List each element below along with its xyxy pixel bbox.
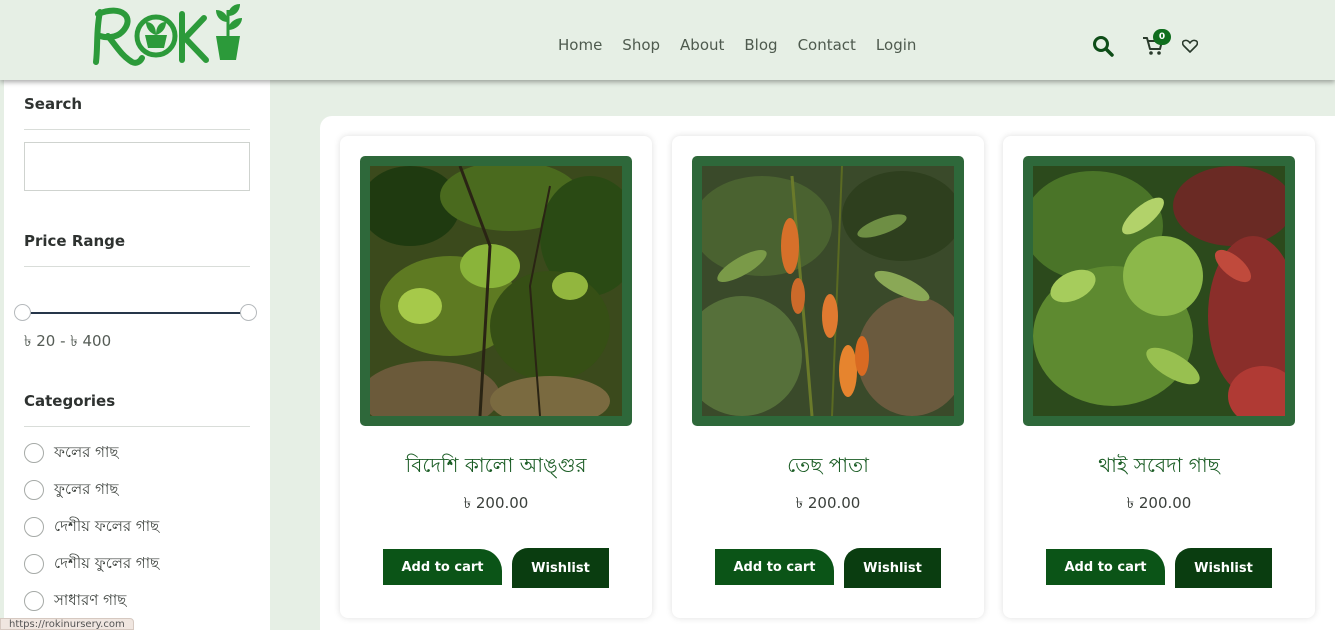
- categories-title: Categories: [24, 392, 116, 410]
- price-range-track[interactable]: [22, 312, 248, 314]
- add-to-cart-button[interactable]: Add to cart: [1046, 549, 1165, 585]
- filter-sidebar: Search Price Range ৳ 20 - ৳ 400 Categori…: [4, 80, 270, 630]
- product-card: তেছ পাতা ৳ 200.00 Add to cart Wishlist: [672, 136, 984, 618]
- product-title[interactable]: থাই সবেদা গাছ: [1003, 451, 1315, 484]
- nav-home[interactable]: Home: [558, 36, 602, 54]
- search-widget-title: Search: [24, 95, 83, 113]
- product-title[interactable]: তেছ পাতা: [672, 451, 984, 484]
- status-bar-url: https://rokinursery.com: [0, 618, 134, 630]
- main-nav: Home Shop About Blog Contact Login: [558, 36, 936, 54]
- category-label: ফুলের গাছ: [54, 479, 119, 498]
- nav-login[interactable]: Login: [876, 36, 916, 54]
- nav-blog[interactable]: Blog: [744, 36, 777, 54]
- divider: [24, 426, 250, 427]
- category-item[interactable]: দেশীয় ফলের গাছ: [24, 516, 159, 538]
- category-label: সাধারণ গাছ: [54, 590, 127, 609]
- category-checkbox[interactable]: [24, 591, 44, 611]
- heart-icon[interactable]: [1182, 39, 1198, 53]
- cart-count-badge: 0: [1153, 29, 1171, 45]
- category-item[interactable]: ফলের গাছ: [24, 442, 118, 464]
- category-checkbox[interactable]: [24, 480, 44, 500]
- nav-about[interactable]: About: [680, 36, 724, 54]
- category-label: দেশীয় ফলের গাছ: [54, 516, 160, 535]
- product-image-frame[interactable]: [692, 156, 964, 426]
- product-card: থাই সবেদা গাছ ৳ 200.00 Add to cart Wishl…: [1003, 136, 1315, 618]
- product-title[interactable]: বিদেশি কালো আঙ্গুর: [340, 451, 652, 484]
- category-checkbox[interactable]: [24, 517, 44, 537]
- product-image[interactable]: [1033, 166, 1285, 416]
- wishlist-button[interactable]: Wishlist: [1175, 548, 1272, 588]
- category-checkbox[interactable]: [24, 554, 44, 574]
- search-input[interactable]: [24, 142, 250, 191]
- wishlist-button[interactable]: Wishlist: [844, 548, 941, 588]
- category-item[interactable]: দেশীয় ফুলের গাছ: [24, 553, 159, 575]
- category-item[interactable]: সাধারণ গাছ: [24, 590, 126, 612]
- divider: [24, 129, 250, 130]
- product-price: ৳ 200.00: [463, 494, 529, 512]
- divider: [24, 266, 250, 267]
- category-label: দেশীয় ফুলের গাছ: [54, 553, 160, 572]
- price-range-text: ৳ 20 - ৳ 400: [24, 332, 112, 350]
- product-image[interactable]: [370, 166, 622, 416]
- price-range-title: Price Range: [24, 232, 126, 250]
- add-to-cart-button[interactable]: Add to cart: [383, 549, 502, 585]
- nav-contact[interactable]: Contact: [798, 36, 856, 54]
- category-checkbox[interactable]: [24, 443, 44, 463]
- product-price: ৳ 200.00: [795, 494, 861, 512]
- nav-shop[interactable]: Shop: [622, 36, 660, 54]
- roki-logo[interactable]: [82, 2, 247, 70]
- product-card: বিদেশি কালো আঙ্গুর ৳ 200.00 Add to cart …: [340, 136, 652, 618]
- product-image-frame[interactable]: [360, 156, 632, 426]
- price-max-handle[interactable]: [240, 304, 257, 321]
- product-image[interactable]: [702, 166, 954, 416]
- wishlist-button[interactable]: Wishlist: [512, 548, 609, 588]
- category-label: ফলের গাছ: [54, 442, 119, 461]
- product-price: ৳ 200.00: [1126, 494, 1192, 512]
- add-to-cart-button[interactable]: Add to cart: [715, 549, 834, 585]
- price-min-handle[interactable]: [14, 304, 31, 321]
- product-grid: বিদেশি কালো আঙ্গুর ৳ 200.00 Add to cart …: [320, 116, 1335, 630]
- product-image-frame[interactable]: [1023, 156, 1295, 426]
- search-icon[interactable]: [1092, 35, 1114, 57]
- site-header: Home Shop About Blog Contact Login 0: [0, 0, 1335, 80]
- category-item[interactable]: ফুলের গাছ: [24, 479, 118, 501]
